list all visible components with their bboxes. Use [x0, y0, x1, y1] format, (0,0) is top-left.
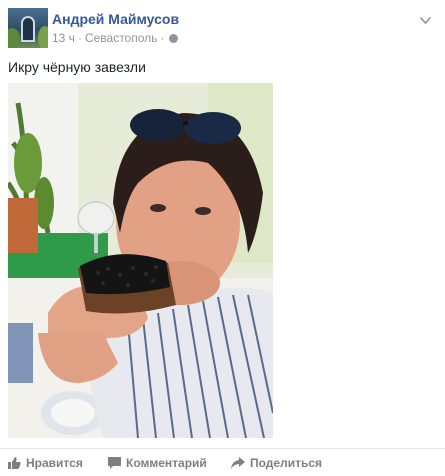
meta-separator-2: · — [160, 31, 165, 45]
globe-icon[interactable] — [169, 34, 179, 43]
share-button[interactable]: Поделиться — [231, 456, 322, 472]
facebook-post: Андрей Маймусов 13 ч · Севастополь · Икру ч… — [0, 0, 445, 475]
comment-button[interactable]: Комментарий — [108, 456, 207, 472]
avatar[interactable] — [8, 8, 48, 48]
meta-separator: · — [77, 31, 82, 45]
post-location[interactable]: Севастополь — [85, 31, 157, 45]
like-label: Нравится — [26, 456, 83, 470]
share-icon — [231, 457, 245, 472]
photo-illustration — [8, 83, 273, 438]
chevron-down-icon[interactable] — [418, 14, 432, 28]
author-name[interactable]: Андрей Маймусов — [52, 11, 179, 27]
post-header: Андрей Маймусов 13 ч · Севастополь · — [8, 8, 438, 48]
thumbs-up-icon — [8, 457, 21, 472]
share-label: Поделиться — [250, 456, 323, 470]
comment-icon — [108, 457, 121, 472]
avatar-door — [21, 16, 35, 42]
post-actions-bar: Нравится Комментарий Поделиться — [0, 448, 445, 476]
post-photo[interactable] — [8, 83, 273, 438]
avatar-leaf-right — [38, 26, 48, 48]
like-button[interactable]: Нравится — [8, 456, 83, 472]
avatar-leaf-left — [8, 28, 20, 48]
post-meta: 13 ч · Севастополь · — [52, 31, 179, 45]
post-text: Икру чёрную завезли — [8, 59, 146, 75]
post-time[interactable]: 13 ч — [52, 31, 75, 45]
comment-label: Комментарий — [126, 456, 207, 470]
